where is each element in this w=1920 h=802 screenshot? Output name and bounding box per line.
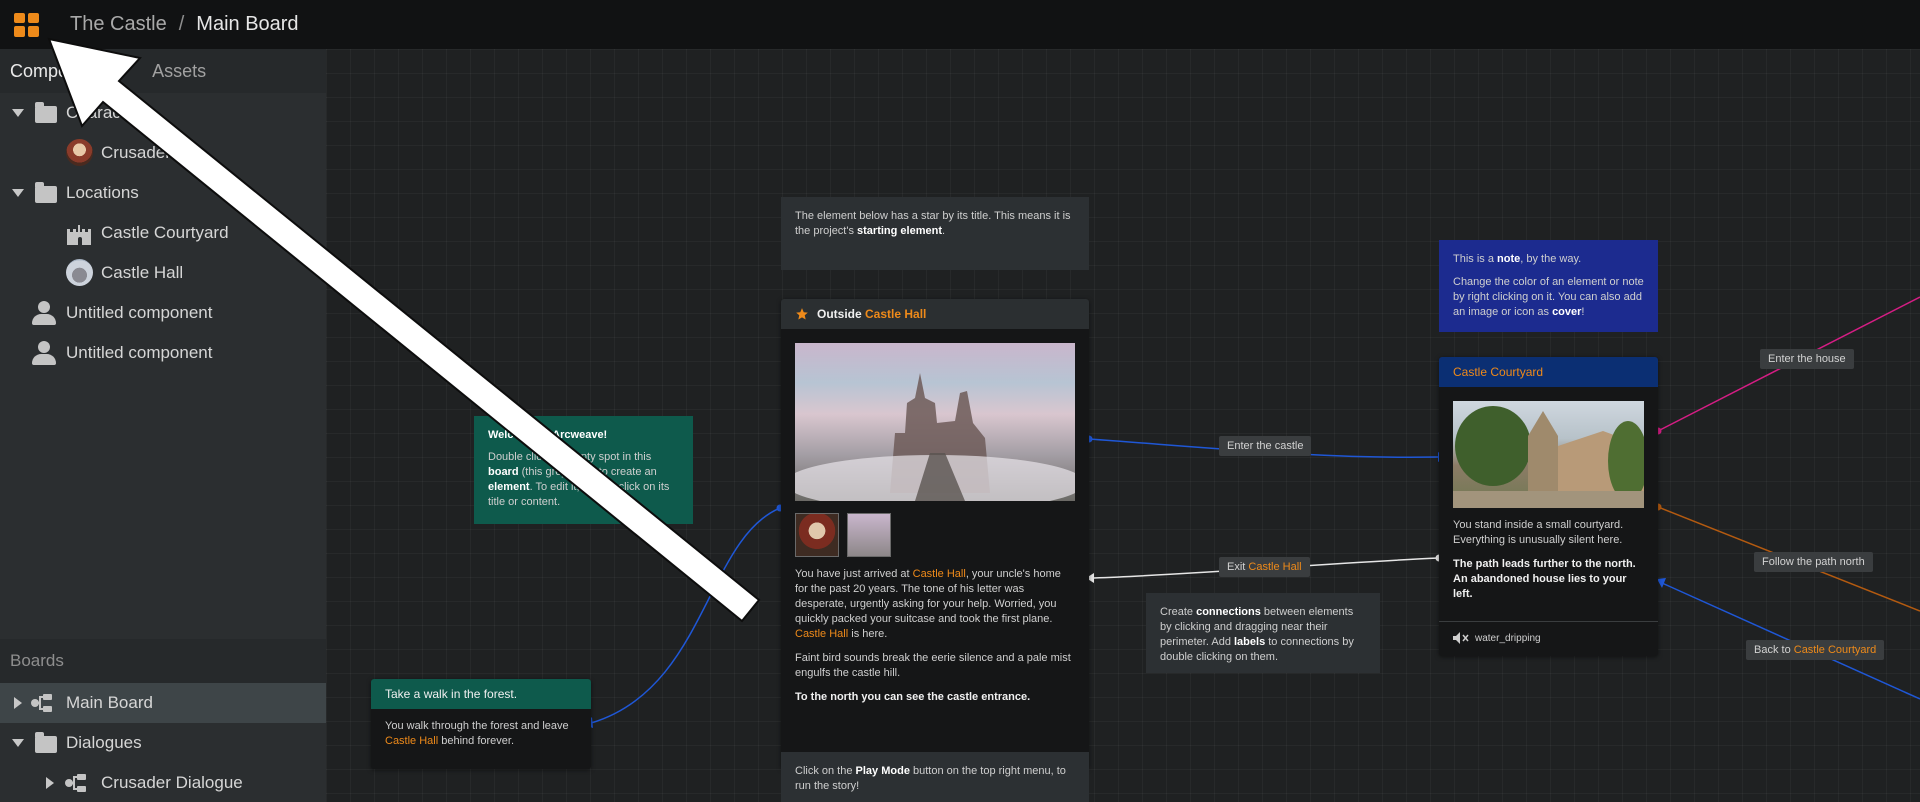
note-play-mode[interactable]: Click on the Play Mode button on the top… — [781, 752, 1089, 802]
avatar — [66, 259, 93, 286]
element-walk-forest[interactable]: Take a walk in the forest. You walk thro… — [371, 679, 591, 769]
castle-illustration — [795, 373, 1075, 501]
connection-take-walk[interactable] — [590, 507, 781, 724]
note-starting-element[interactable]: The element below has a star by its titl… — [781, 197, 1089, 270]
tree-label: Locations — [66, 183, 139, 202]
element-content[interactable]: You stand inside a small courtyard. Ever… — [1439, 508, 1658, 621]
chevron-down-icon[interactable] — [12, 189, 24, 197]
label-enter-castle[interactable]: Enter the castle — [1219, 436, 1312, 456]
thumbnail-castle[interactable] — [847, 513, 891, 557]
tree-folder-characters[interactable]: Characters — [0, 93, 326, 133]
element-outside-castle-hall[interactable]: Outside Castle Hall You have just arrive… — [781, 299, 1089, 769]
speaker-muted-icon[interactable] — [1453, 632, 1469, 644]
tree-label: Characters — [66, 103, 150, 122]
element-title[interactable]: Take a walk in the forest. — [371, 679, 591, 709]
app-grid-icon[interactable] — [14, 12, 40, 37]
breadcrumb-separator: / — [178, 13, 185, 35]
sidebar: Components Assets Characters Crusader Lo… — [0, 49, 326, 802]
tab-components[interactable]: Components — [10, 61, 112, 82]
tab-assets[interactable]: Assets — [152, 61, 206, 82]
element-content[interactable]: You walk through the forest and leave Ca… — [371, 709, 591, 759]
tree-item-crusader[interactable]: Crusader — [0, 133, 326, 173]
tree-label: Main Board — [66, 693, 153, 712]
audio-attachment[interactable]: water_dripping — [1439, 621, 1658, 654]
folder-icon — [35, 102, 57, 123]
tree-label: Untitled component — [66, 343, 213, 362]
label-enter-house[interactable]: Enter the house — [1760, 349, 1854, 369]
tree-item-castle-hall[interactable]: Castle Hall — [0, 253, 326, 293]
label-exit-castle-hall[interactable]: Exit Castle Hall — [1219, 557, 1310, 577]
tree-item-untitled-1[interactable]: Untitled component — [0, 293, 326, 333]
boards-section: Boards Main Board Dialogues Crusader Dia… — [0, 639, 326, 802]
cover-image — [1453, 401, 1644, 508]
tree-item-untitled-2[interactable]: Untitled component — [0, 333, 326, 373]
tree-item-castle-courtyard[interactable]: Castle Courtyard — [0, 213, 326, 253]
element-content[interactable]: You have just arrived at Castle Hall, yo… — [781, 557, 1089, 724]
folder-icon — [35, 182, 57, 203]
courtyard-illustration — [1453, 406, 1644, 508]
note-blue[interactable]: This is a note, by the way. Change the c… — [1439, 240, 1658, 332]
tree-label: Castle Hall — [101, 263, 184, 282]
board-icon — [65, 774, 86, 792]
tree-label: Crusader Dialogue — [101, 773, 243, 792]
tree-item-crusader-dialogue[interactable]: Crusader Dialogue — [0, 763, 326, 802]
chevron-right-icon[interactable] — [46, 777, 54, 789]
chevron-down-icon[interactable] — [12, 109, 24, 117]
image-thumbnails — [795, 513, 1075, 557]
tree-label: Castle Courtyard — [101, 223, 229, 242]
breadcrumb-project[interactable]: The Castle — [70, 13, 167, 36]
tree-folder-locations[interactable]: Locations — [0, 173, 326, 213]
note-connections[interactable]: Create connections between elements by c… — [1146, 593, 1380, 673]
tree-label: Dialogues — [66, 733, 142, 752]
board-icon — [31, 694, 52, 712]
chevron-down-icon[interactable] — [12, 739, 24, 747]
top-bar: The Castle / Main Board — [0, 0, 1920, 49]
chevron-right-icon[interactable] — [14, 697, 22, 709]
element-title[interactable]: Outside Castle Hall — [781, 299, 1089, 329]
tree-item-main-board[interactable]: Main Board — [0, 683, 326, 723]
castle-icon — [67, 225, 91, 245]
sidebar-tabs: Components Assets — [0, 49, 326, 93]
note-welcome[interactable]: Welcome to Arcweave! Double click an emp… — [474, 416, 693, 524]
board-canvas[interactable]: The element below has a star by its titl… — [326, 49, 1920, 802]
element-castle-courtyard[interactable]: Castle Courtyard You stand inside a smal… — [1439, 357, 1658, 656]
folder-icon — [35, 732, 57, 753]
star-icon — [796, 308, 808, 320]
components-tree: Characters Crusader Locations Castle Cou… — [0, 93, 326, 373]
cover-image — [795, 343, 1075, 501]
tree-label: Crusader — [101, 143, 171, 162]
boards-header: Boards — [0, 639, 326, 683]
tree-label: Untitled component — [66, 303, 213, 322]
label-follow-path-north[interactable]: Follow the path north — [1754, 552, 1873, 572]
person-icon — [32, 341, 56, 365]
tree-folder-dialogues[interactable]: Dialogues — [0, 723, 326, 763]
thumbnail-crusader[interactable] — [795, 513, 839, 557]
element-title[interactable]: Castle Courtyard — [1439, 357, 1658, 387]
avatar — [66, 139, 93, 166]
breadcrumb-board: Main Board — [196, 13, 299, 35]
label-back-to-courtyard[interactable]: Back to Castle Courtyard — [1746, 640, 1885, 660]
arrowhead — [1657, 578, 1666, 588]
person-icon — [32, 301, 56, 325]
